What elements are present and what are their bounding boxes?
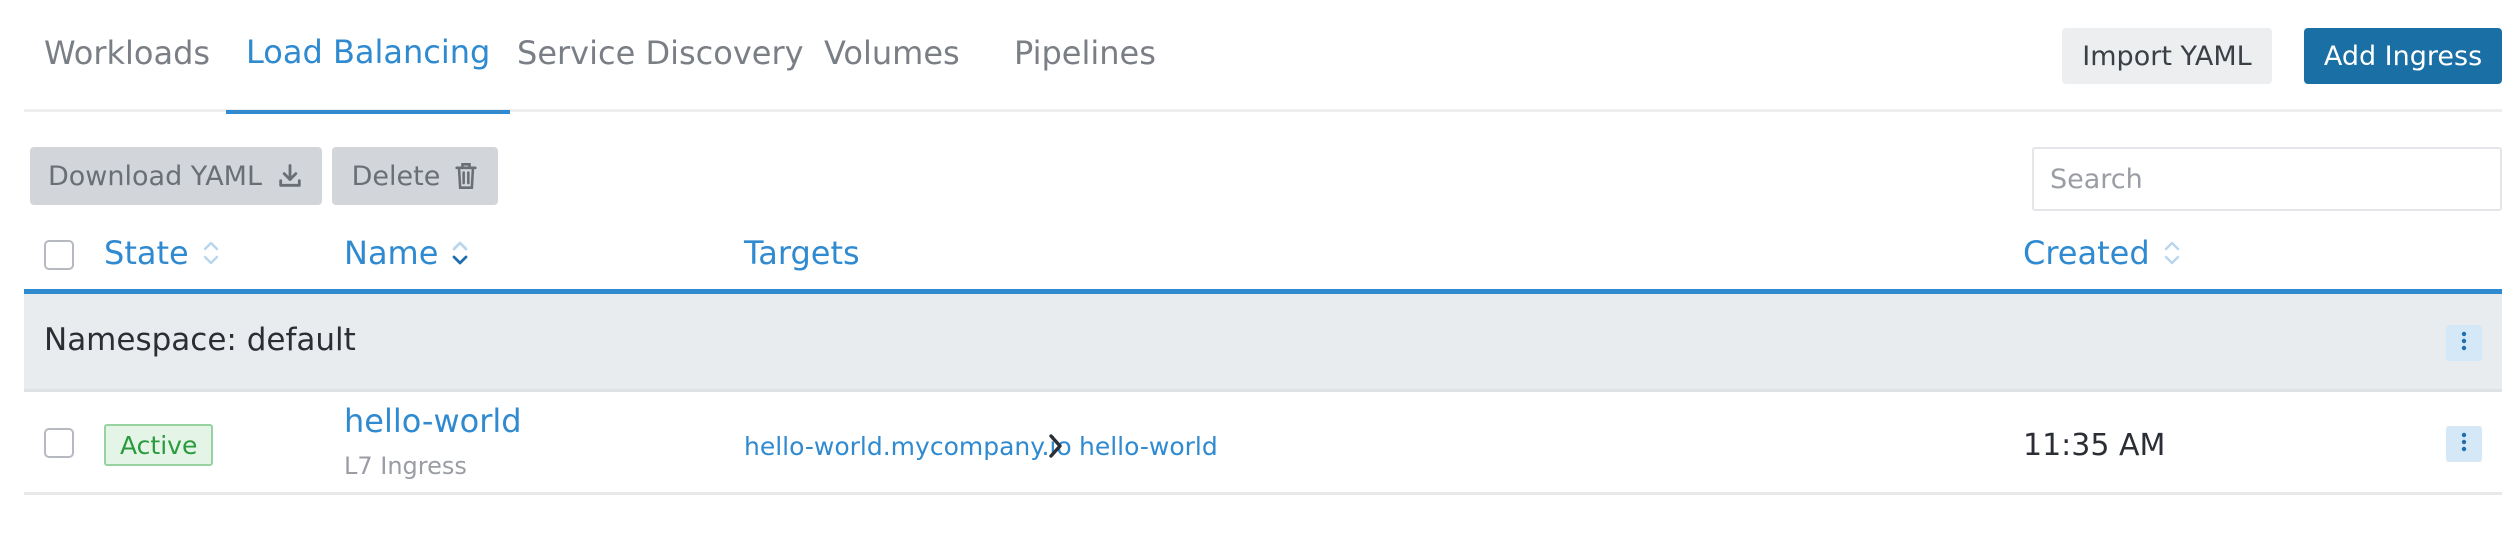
ingress-name-link[interactable]: hello-world: [344, 402, 522, 440]
column-header-created[interactable]: Created: [2023, 234, 2182, 272]
tab-pipelines[interactable]: Pipelines: [994, 0, 1176, 112]
table-header: State Name Targets Created: [24, 226, 2502, 294]
ingress-type: L7 Ingress: [344, 452, 467, 480]
delete-label: Delete: [351, 160, 441, 192]
sort-icon: [2162, 238, 2182, 268]
status-badge: Active: [104, 424, 214, 466]
table-row: Active hello-world L7 Ingress hello-worl…: [24, 392, 2502, 495]
target-host-link[interactable]: hello-world.mycompany.io: [744, 432, 1072, 461]
import-yaml-button[interactable]: Import YAML: [2062, 28, 2272, 84]
tab-service-discovery[interactable]: Service Discovery: [497, 0, 824, 112]
sort-ascending-icon: [450, 238, 470, 268]
select-all-checkbox[interactable]: [44, 240, 74, 270]
row-checkbox[interactable]: [44, 428, 74, 458]
group-actions-button[interactable]: [2446, 325, 2482, 361]
chevron-right-icon: [1048, 432, 1064, 460]
add-ingress-button[interactable]: Add Ingress: [2304, 28, 2502, 84]
tab-volumes[interactable]: Volumes: [804, 0, 980, 112]
namespace-group-row: Namespace: default: [24, 294, 2502, 392]
download-yaml-button[interactable]: Download YAML: [30, 147, 322, 205]
tab-load-balancing[interactable]: Load Balancing: [226, 0, 511, 114]
column-header-name[interactable]: Name: [344, 234, 470, 272]
column-name-label: Name: [344, 234, 439, 272]
namespace-label: Namespace: default: [44, 322, 356, 358]
column-header-targets: Targets: [744, 234, 860, 272]
column-created-label: Created: [2023, 234, 2150, 272]
trash-icon: [454, 162, 478, 190]
download-yaml-label: Download YAML: [48, 160, 262, 192]
kebab-menu-icon: [2461, 331, 2467, 355]
column-header-state[interactable]: State: [104, 234, 221, 272]
created-time: 11:35 AM: [2023, 428, 2166, 463]
search-input[interactable]: [2032, 147, 2502, 211]
delete-button[interactable]: Delete: [332, 147, 498, 205]
column-state-label: State: [104, 234, 189, 272]
target-service-link[interactable]: hello-world: [1079, 432, 1218, 461]
tab-workloads[interactable]: Workloads: [24, 0, 230, 112]
download-icon: [276, 162, 304, 190]
kebab-menu-icon: [2461, 432, 2467, 456]
column-targets-label: Targets: [744, 234, 860, 272]
sort-icon: [201, 238, 221, 268]
row-actions-button[interactable]: [2446, 426, 2482, 462]
